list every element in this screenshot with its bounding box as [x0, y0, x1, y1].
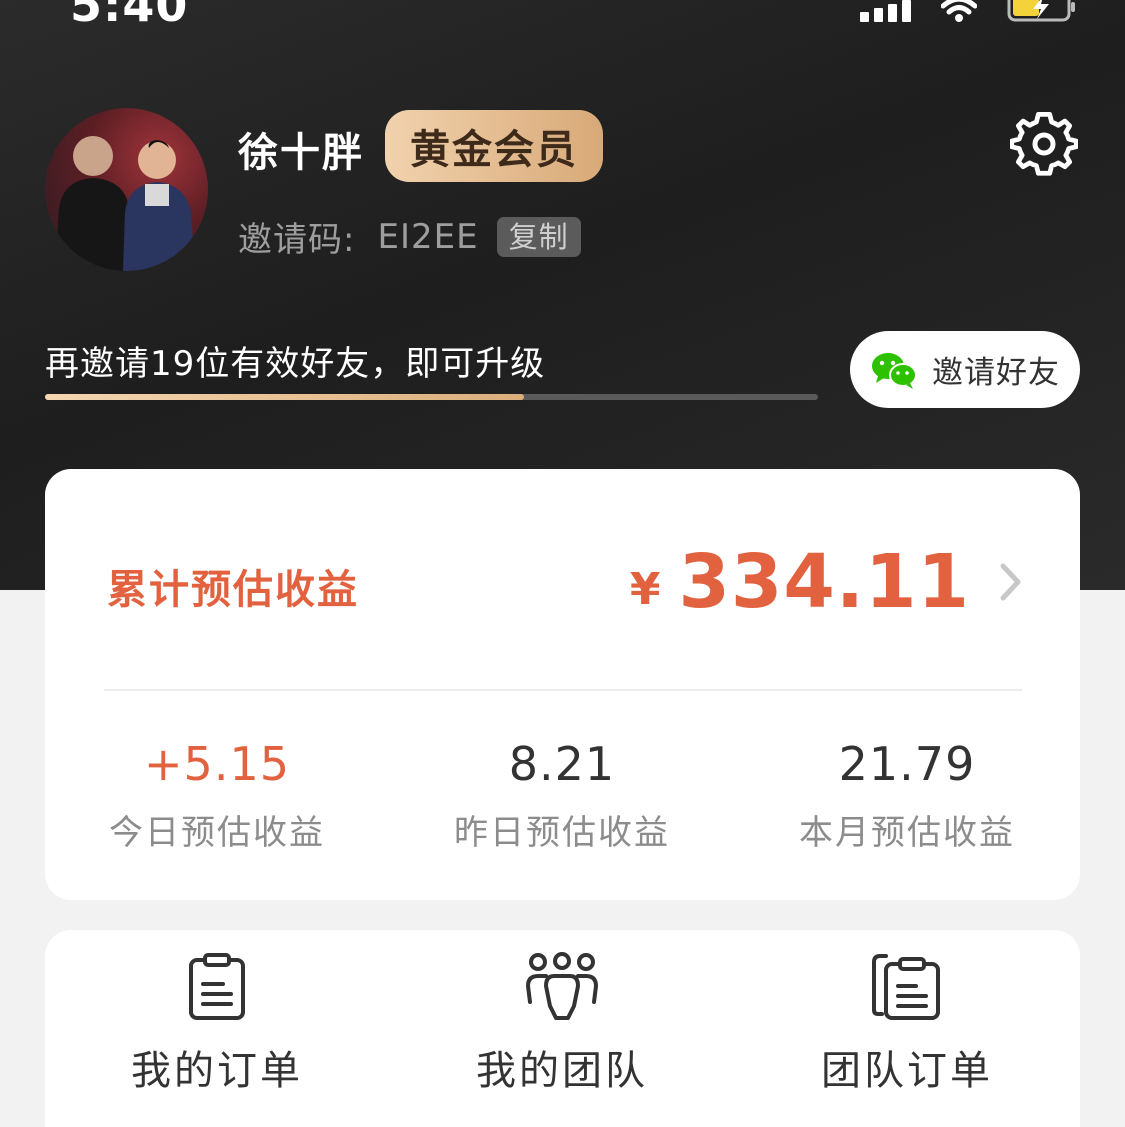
team-icon — [525, 952, 599, 1020]
invite-friends-label: 邀请好友 — [932, 355, 1060, 391]
stat-month[interactable]: 21.79 本月预估收益 — [757, 737, 1057, 854]
avatar[interactable] — [45, 108, 208, 271]
upgrade-hint: 再邀请19位有效好友，即可升级 — [45, 344, 546, 384]
wechat-icon — [872, 352, 917, 389]
stacked-clipboard-icon — [872, 954, 940, 1020]
currency-symbol: ¥ — [629, 563, 661, 615]
stat-today[interactable]: +5.15 今日预估收益 — [67, 737, 367, 854]
copy-button[interactable]: 复制 — [496, 216, 581, 257]
menu-team-orders[interactable]: 团队订单 — [782, 952, 1032, 1096]
earnings-card: 累计预估收益 ¥ 334.11 +5.15 今日预估收益 8.21 昨日预估收益… — [45, 469, 1080, 900]
stat-yesterday[interactable]: 8.21 昨日预估收益 — [412, 737, 712, 854]
status-icons — [860, 0, 1077, 22]
invite-code-row: 邀请码: EI2EE 复制 — [238, 212, 581, 261]
stat-today-value: +5.15 — [144, 737, 290, 791]
total-earnings-link[interactable]: ¥ 334.11 — [630, 539, 1022, 625]
menu-my-team[interactable]: 我的团队 — [437, 952, 687, 1096]
stat-yesterday-value: 8.21 — [508, 737, 616, 791]
username: 徐十胖 — [238, 130, 364, 176]
signal-icon — [860, 0, 911, 22]
invite-code-label: 邀请码: — [238, 220, 356, 260]
stat-today-label: 今日预估收益 — [109, 813, 325, 853]
menu-my-team-label: 我的团队 — [476, 1048, 648, 1094]
battery-charging-icon — [1007, 0, 1077, 22]
menu-my-orders[interactable]: 我的订单 — [92, 952, 342, 1096]
menu-team-orders-label: 团队订单 — [821, 1048, 993, 1094]
invite-friends-button[interactable]: 邀请好友 — [850, 331, 1080, 408]
total-earnings-label: 累计预估收益 — [107, 567, 359, 613]
upgrade-progress-fill — [45, 394, 525, 400]
divider — [104, 689, 1022, 691]
status-time: 5:40 — [70, 0, 189, 32]
shortcut-menu: 我的订单 我的团队 团队订单 — [45, 930, 1080, 1127]
upgrade-progress-bar — [45, 394, 818, 400]
stat-yesterday-label: 昨日预估收益 — [454, 813, 670, 853]
clipboard-icon — [189, 953, 245, 1020]
menu-my-orders-label: 我的订单 — [131, 1048, 303, 1094]
chevron-right-icon — [1000, 563, 1021, 601]
total-earnings-amount: 334.11 — [678, 539, 970, 625]
membership-badge[interactable]: 黄金会员 — [385, 110, 603, 182]
stat-month-label: 本月预估收益 — [799, 813, 1015, 853]
invite-code-value: EI2EE — [377, 216, 479, 257]
stat-month-value: 21.79 — [838, 737, 976, 791]
settings-gear-icon[interactable] — [1009, 110, 1079, 178]
wifi-icon — [941, 0, 977, 22]
